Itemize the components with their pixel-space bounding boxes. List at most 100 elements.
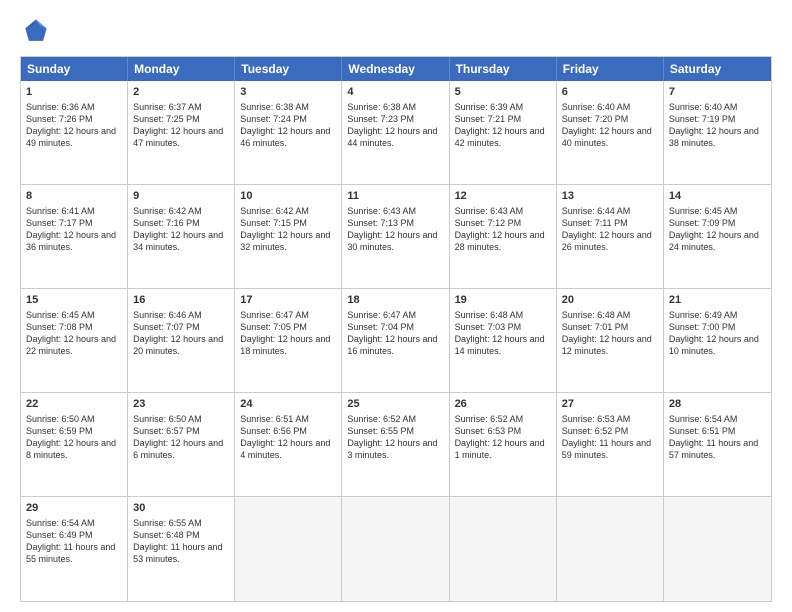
day-cell-23: 23Sunrise: 6:50 AMSunset: 6:57 PMDayligh… — [128, 393, 235, 496]
cell-info-line: Sunrise: 6:52 AM — [455, 413, 551, 425]
cell-info-line: Sunrise: 6:42 AM — [133, 205, 229, 217]
day-cell-9: 9Sunrise: 6:42 AMSunset: 7:16 PMDaylight… — [128, 185, 235, 288]
cell-info-line: Sunset: 7:15 PM — [240, 217, 336, 229]
cell-info-line: Sunrise: 6:50 AM — [26, 413, 122, 425]
cell-info-line: Daylight: 12 hours and 47 minutes. — [133, 125, 229, 149]
cell-info-line: Sunset: 7:12 PM — [455, 217, 551, 229]
calendar-row-4: 29Sunrise: 6:54 AMSunset: 6:49 PMDayligh… — [21, 497, 771, 601]
cell-info-line: Sunset: 7:05 PM — [240, 321, 336, 333]
cell-info-line: Sunrise: 6:43 AM — [347, 205, 443, 217]
cell-info-line: Daylight: 12 hours and 26 minutes. — [562, 229, 658, 253]
cell-info-line: Sunrise: 6:48 AM — [562, 309, 658, 321]
cell-info-line: Daylight: 12 hours and 28 minutes. — [455, 229, 551, 253]
day-number: 11 — [347, 189, 443, 204]
day-cell-1: 1Sunrise: 6:36 AMSunset: 7:26 PMDaylight… — [21, 81, 128, 184]
day-number: 27 — [562, 397, 658, 412]
cell-info-line: Sunrise: 6:41 AM — [26, 205, 122, 217]
cell-info-line: Sunset: 7:16 PM — [133, 217, 229, 229]
weekday-header-tuesday: Tuesday — [235, 57, 342, 81]
day-cell-10: 10Sunrise: 6:42 AMSunset: 7:15 PMDayligh… — [235, 185, 342, 288]
cell-info-line: Sunset: 7:23 PM — [347, 113, 443, 125]
day-number: 21 — [669, 293, 766, 308]
cell-info-line: Sunrise: 6:54 AM — [669, 413, 766, 425]
cell-info-line: Sunrise: 6:40 AM — [669, 101, 766, 113]
day-number: 19 — [455, 293, 551, 308]
calendar-row-0: 1Sunrise: 6:36 AMSunset: 7:26 PMDaylight… — [21, 81, 771, 185]
cell-info-line: Daylight: 11 hours and 57 minutes. — [669, 437, 766, 461]
logo-icon — [20, 16, 52, 48]
cell-info-line: Daylight: 12 hours and 34 minutes. — [133, 229, 229, 253]
cell-info-line: Sunset: 6:57 PM — [133, 425, 229, 437]
cell-info-line: Sunrise: 6:45 AM — [26, 309, 122, 321]
day-number: 30 — [133, 501, 229, 516]
day-number: 10 — [240, 189, 336, 204]
day-cell-21: 21Sunrise: 6:49 AMSunset: 7:00 PMDayligh… — [664, 289, 771, 392]
day-cell-18: 18Sunrise: 6:47 AMSunset: 7:04 PMDayligh… — [342, 289, 449, 392]
cell-info-line: Daylight: 12 hours and 36 minutes. — [26, 229, 122, 253]
day-cell-8: 8Sunrise: 6:41 AMSunset: 7:17 PMDaylight… — [21, 185, 128, 288]
day-number: 23 — [133, 397, 229, 412]
day-number: 29 — [26, 501, 122, 516]
day-number: 8 — [26, 189, 122, 204]
cell-info-line: Daylight: 12 hours and 8 minutes. — [26, 437, 122, 461]
calendar: SundayMondayTuesdayWednesdayThursdayFrid… — [20, 56, 772, 602]
cell-info-line: Daylight: 12 hours and 20 minutes. — [133, 333, 229, 357]
cell-info-line: Daylight: 12 hours and 49 minutes. — [26, 125, 122, 149]
logo — [20, 16, 56, 48]
cell-info-line: Sunset: 7:04 PM — [347, 321, 443, 333]
day-number: 4 — [347, 85, 443, 100]
calendar-row-2: 15Sunrise: 6:45 AMSunset: 7:08 PMDayligh… — [21, 289, 771, 393]
cell-info-line: Daylight: 11 hours and 55 minutes. — [26, 541, 122, 565]
day-cell-28: 28Sunrise: 6:54 AMSunset: 6:51 PMDayligh… — [664, 393, 771, 496]
day-number: 14 — [669, 189, 766, 204]
cell-info-line: Daylight: 12 hours and 16 minutes. — [347, 333, 443, 357]
day-cell-19: 19Sunrise: 6:48 AMSunset: 7:03 PMDayligh… — [450, 289, 557, 392]
calendar-header: SundayMondayTuesdayWednesdayThursdayFrid… — [21, 57, 771, 81]
cell-info-line: Sunrise: 6:38 AM — [347, 101, 443, 113]
cell-info-line: Daylight: 12 hours and 4 minutes. — [240, 437, 336, 461]
day-cell-24: 24Sunrise: 6:51 AMSunset: 6:56 PMDayligh… — [235, 393, 342, 496]
day-cell-2: 2Sunrise: 6:37 AMSunset: 7:25 PMDaylight… — [128, 81, 235, 184]
cell-info-line: Sunrise: 6:52 AM — [347, 413, 443, 425]
cell-info-line: Daylight: 11 hours and 53 minutes. — [133, 541, 229, 565]
cell-info-line: Sunset: 7:07 PM — [133, 321, 229, 333]
day-number: 20 — [562, 293, 658, 308]
day-cell-14: 14Sunrise: 6:45 AMSunset: 7:09 PMDayligh… — [664, 185, 771, 288]
weekday-header-sunday: Sunday — [21, 57, 128, 81]
day-number: 17 — [240, 293, 336, 308]
cell-info-line: Daylight: 12 hours and 32 minutes. — [240, 229, 336, 253]
cell-info-line: Sunset: 6:59 PM — [26, 425, 122, 437]
cell-info-line: Sunrise: 6:49 AM — [669, 309, 766, 321]
cell-info-line: Daylight: 12 hours and 14 minutes. — [455, 333, 551, 357]
day-number: 5 — [455, 85, 551, 100]
cell-info-line: Sunset: 7:13 PM — [347, 217, 443, 229]
cell-info-line: Sunset: 7:03 PM — [455, 321, 551, 333]
cell-info-line: Sunset: 7:25 PM — [133, 113, 229, 125]
cell-info-line: Sunrise: 6:51 AM — [240, 413, 336, 425]
day-number: 16 — [133, 293, 229, 308]
day-number: 25 — [347, 397, 443, 412]
day-cell-30: 30Sunrise: 6:55 AMSunset: 6:48 PMDayligh… — [128, 497, 235, 601]
day-cell-27: 27Sunrise: 6:53 AMSunset: 6:52 PMDayligh… — [557, 393, 664, 496]
cell-info-line: Sunset: 6:48 PM — [133, 529, 229, 541]
page: SundayMondayTuesdayWednesdayThursdayFrid… — [0, 0, 792, 612]
weekday-header-friday: Friday — [557, 57, 664, 81]
cell-info-line: Sunset: 6:52 PM — [562, 425, 658, 437]
cell-info-line: Sunrise: 6:42 AM — [240, 205, 336, 217]
cell-info-line: Sunrise: 6:43 AM — [455, 205, 551, 217]
day-number: 13 — [562, 189, 658, 204]
day-cell-3: 3Sunrise: 6:38 AMSunset: 7:24 PMDaylight… — [235, 81, 342, 184]
cell-info-line: Daylight: 12 hours and 12 minutes. — [562, 333, 658, 357]
cell-info-line: Daylight: 12 hours and 22 minutes. — [26, 333, 122, 357]
cell-info-line: Daylight: 12 hours and 46 minutes. — [240, 125, 336, 149]
cell-info-line: Daylight: 11 hours and 59 minutes. — [562, 437, 658, 461]
day-number: 3 — [240, 85, 336, 100]
cell-info-line: Sunrise: 6:48 AM — [455, 309, 551, 321]
day-cell-20: 20Sunrise: 6:48 AMSunset: 7:01 PMDayligh… — [557, 289, 664, 392]
day-cell-13: 13Sunrise: 6:44 AMSunset: 7:11 PMDayligh… — [557, 185, 664, 288]
cell-info-line: Sunset: 7:08 PM — [26, 321, 122, 333]
day-number: 28 — [669, 397, 766, 412]
cell-info-line: Daylight: 12 hours and 44 minutes. — [347, 125, 443, 149]
day-cell-6: 6Sunrise: 6:40 AMSunset: 7:20 PMDaylight… — [557, 81, 664, 184]
cell-info-line: Daylight: 12 hours and 42 minutes. — [455, 125, 551, 149]
